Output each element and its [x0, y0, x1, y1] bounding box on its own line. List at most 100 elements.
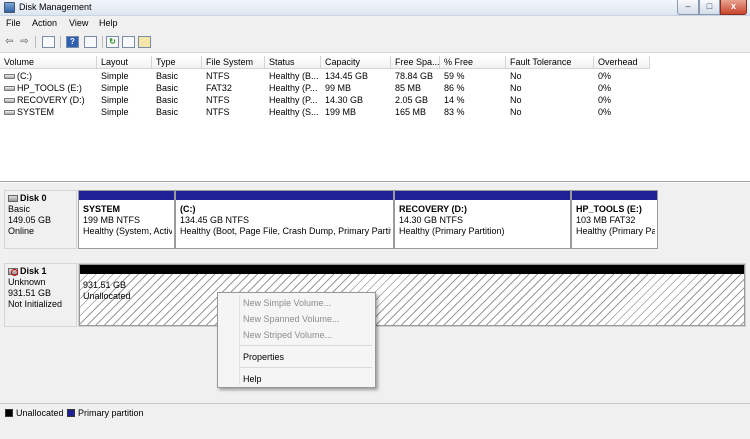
column-header-file-system[interactable]: File System	[202, 56, 265, 69]
column-header-overhead[interactable]: Overhead	[594, 56, 650, 69]
partition-size: 14.30 GB NTFS	[399, 215, 464, 225]
overhead-cell: 0%	[598, 95, 612, 105]
percent-free-cell: 83 %	[444, 107, 465, 117]
free-space-cell: 2.05 GB	[395, 95, 429, 105]
toolbar: ⇦ ⇨ ? ↻	[0, 31, 750, 53]
menu-file[interactable]: File	[6, 18, 21, 28]
partition-text: HP_TOOLS (E:) 103 MB FAT32 Healthy (Prim…	[576, 204, 655, 237]
volume-name-cell: (C:)	[0, 70, 97, 82]
connect-disk-icon[interactable]	[122, 36, 135, 48]
layout-cell: Simple	[101, 107, 129, 117]
partition-text: (C:) 134.45 GB NTFS Healthy (Boot, Page …	[180, 204, 391, 237]
show-hide-console-tree-icon[interactable]	[42, 36, 55, 48]
disk-0-partitions: SYSTEM 199 MB NTFS Healthy (System, Acti…	[78, 190, 658, 249]
menu-item-new-spanned-volume[interactable]: New Spanned Volume...	[243, 314, 340, 325]
overhead-cell: 0%	[598, 107, 612, 117]
minimize-button[interactable]: –	[677, 0, 699, 15]
column-header-volume[interactable]: Volume	[0, 56, 97, 69]
rescan-disks-icon[interactable]	[138, 36, 151, 48]
menu-item-properties[interactable]: Properties	[243, 352, 284, 363]
menu-view[interactable]: View	[69, 18, 88, 28]
back-icon[interactable]: ⇦	[3, 36, 16, 48]
disk-1-status: Not Initialized	[8, 299, 63, 309]
column-header-capacity[interactable]: Capacity	[321, 56, 391, 69]
volume-name: RECOVERY (D:)	[17, 95, 85, 105]
volume-name-cell: SYSTEM	[0, 106, 97, 118]
volume-name: HP_TOOLS (E:)	[17, 83, 82, 93]
legend-unallocated: Unallocated	[16, 408, 64, 418]
type-cell: Basic	[156, 71, 179, 81]
type-cell: Basic	[156, 83, 179, 93]
disk-0-label[interactable]: Disk 0 Basic 149.05 GB Online	[4, 190, 77, 249]
disk-1-type: Unknown	[8, 277, 46, 287]
column-header-free-space[interactable]: Free Spa...	[391, 56, 440, 69]
menu-bar: File Action View Help	[0, 16, 750, 31]
partition-size: 134.45 GB NTFS	[180, 215, 250, 225]
volume-row[interactable]: (C:) Simple Basic NTFS Healthy (B... 134…	[0, 70, 750, 82]
file-system-cell: NTFS	[206, 107, 230, 117]
file-system-cell: NTFS	[206, 71, 230, 81]
free-space-cell: 165 MB	[395, 107, 427, 117]
unallocated-text: 931.51 GB Unallocated	[83, 280, 131, 302]
status-cell: Healthy (B...	[269, 71, 319, 81]
disk-0-name-row: Disk 0	[8, 193, 74, 204]
capacity-cell: 199 MB	[325, 107, 357, 117]
menu-item-new-striped-volume[interactable]: New Striped Volume...	[243, 330, 332, 341]
menu-action[interactable]: Action	[32, 18, 57, 28]
menu-item-new-simple-volume[interactable]: New Simple Volume...	[243, 298, 331, 309]
toolbar-separator	[35, 36, 36, 48]
layout-cell: Simple	[101, 71, 129, 81]
menu-help[interactable]: Help	[99, 18, 118, 28]
type-cell: Basic	[156, 95, 179, 105]
partition-name: (C:)	[180, 204, 196, 214]
partition-text: RECOVERY (D:) 14.30 GB NTFS Healthy (Pri…	[399, 204, 568, 237]
partition-c[interactable]: (C:) 134.45 GB NTFS Healthy (Boot, Page …	[175, 190, 394, 249]
unallocated-swatch	[5, 409, 13, 417]
partition-recovery[interactable]: RECOVERY (D:) 14.30 GB NTFS Healthy (Pri…	[394, 190, 571, 249]
file-system-cell: FAT32	[206, 83, 232, 93]
column-header-layout[interactable]: Layout	[97, 56, 152, 69]
partition-hp-tools[interactable]: HP_TOOLS (E:) 103 MB FAT32 Healthy (Prim…	[571, 190, 658, 249]
volume-name-cell: RECOVERY (D:)	[0, 94, 97, 106]
volume-row[interactable]: SYSTEM Simple Basic NTFS Healthy (S... 1…	[0, 106, 750, 118]
column-header-percent-free[interactable]: % Free	[440, 56, 506, 69]
column-header-status[interactable]: Status	[265, 56, 321, 69]
context-menu: New Simple Volume... New Spanned Volume.…	[217, 292, 376, 388]
disk-1-unallocated-region[interactable]: 931.51 GB Unallocated	[78, 263, 746, 327]
free-space-cell: 85 MB	[395, 83, 422, 93]
disk-0-status: Online	[8, 226, 35, 236]
properties-icon[interactable]	[84, 36, 97, 48]
refresh-icon[interactable]: ↻	[106, 36, 119, 48]
percent-free-cell: 14 %	[444, 95, 465, 105]
toolbar-separator	[102, 36, 103, 48]
partition-status: Healthy (Boot, Page File, Crash Dump, Pr…	[180, 226, 391, 236]
column-header-fault-tolerance[interactable]: Fault Tolerance	[506, 56, 594, 69]
layout-cell: Simple	[101, 95, 129, 105]
column-header-type[interactable]: Type	[152, 56, 202, 69]
partition-name: HP_TOOLS (E:)	[576, 204, 642, 214]
capacity-cell: 14.30 GB	[325, 95, 364, 105]
volume-list: Volume Layout Type File System Status Ca…	[0, 54, 750, 182]
capacity-cell: 99 MB	[325, 83, 352, 93]
help-icon[interactable]: ?	[66, 36, 79, 48]
fault-tolerance-cell: No	[510, 107, 522, 117]
maximize-button[interactable]: □	[699, 0, 720, 15]
partition-name: SYSTEM	[83, 204, 121, 214]
forward-icon[interactable]: ⇨	[18, 36, 31, 48]
disk-1-label[interactable]: Disk 1 Unknown 931.51 GB Not Initialized	[4, 263, 77, 327]
disk-0-size: 149.05 GB	[8, 215, 52, 225]
disk-0-name: Disk 0	[20, 193, 47, 203]
close-button[interactable]: x	[720, 0, 747, 15]
volume-row[interactable]: RECOVERY (D:) Simple Basic NTFS Healthy …	[0, 94, 750, 106]
volume-row[interactable]: HP_TOOLS (E:) Simple Basic FAT32 Healthy…	[0, 82, 750, 94]
partition-system[interactable]: SYSTEM 199 MB NTFS Healthy (System, Acti…	[78, 190, 175, 249]
unallocated-hatch	[80, 274, 744, 325]
overhead-cell: 0%	[598, 83, 612, 93]
partition-status: Healthy (Primary Partition)	[399, 226, 505, 236]
percent-free-cell: 86 %	[444, 83, 465, 93]
menu-item-help[interactable]: Help	[243, 374, 262, 385]
menu-gutter	[239, 295, 240, 385]
unallocated-size: 931.51 GB	[83, 280, 127, 290]
title-bar: Disk Management – □ x	[0, 0, 750, 16]
layout-cell: Simple	[101, 83, 129, 93]
